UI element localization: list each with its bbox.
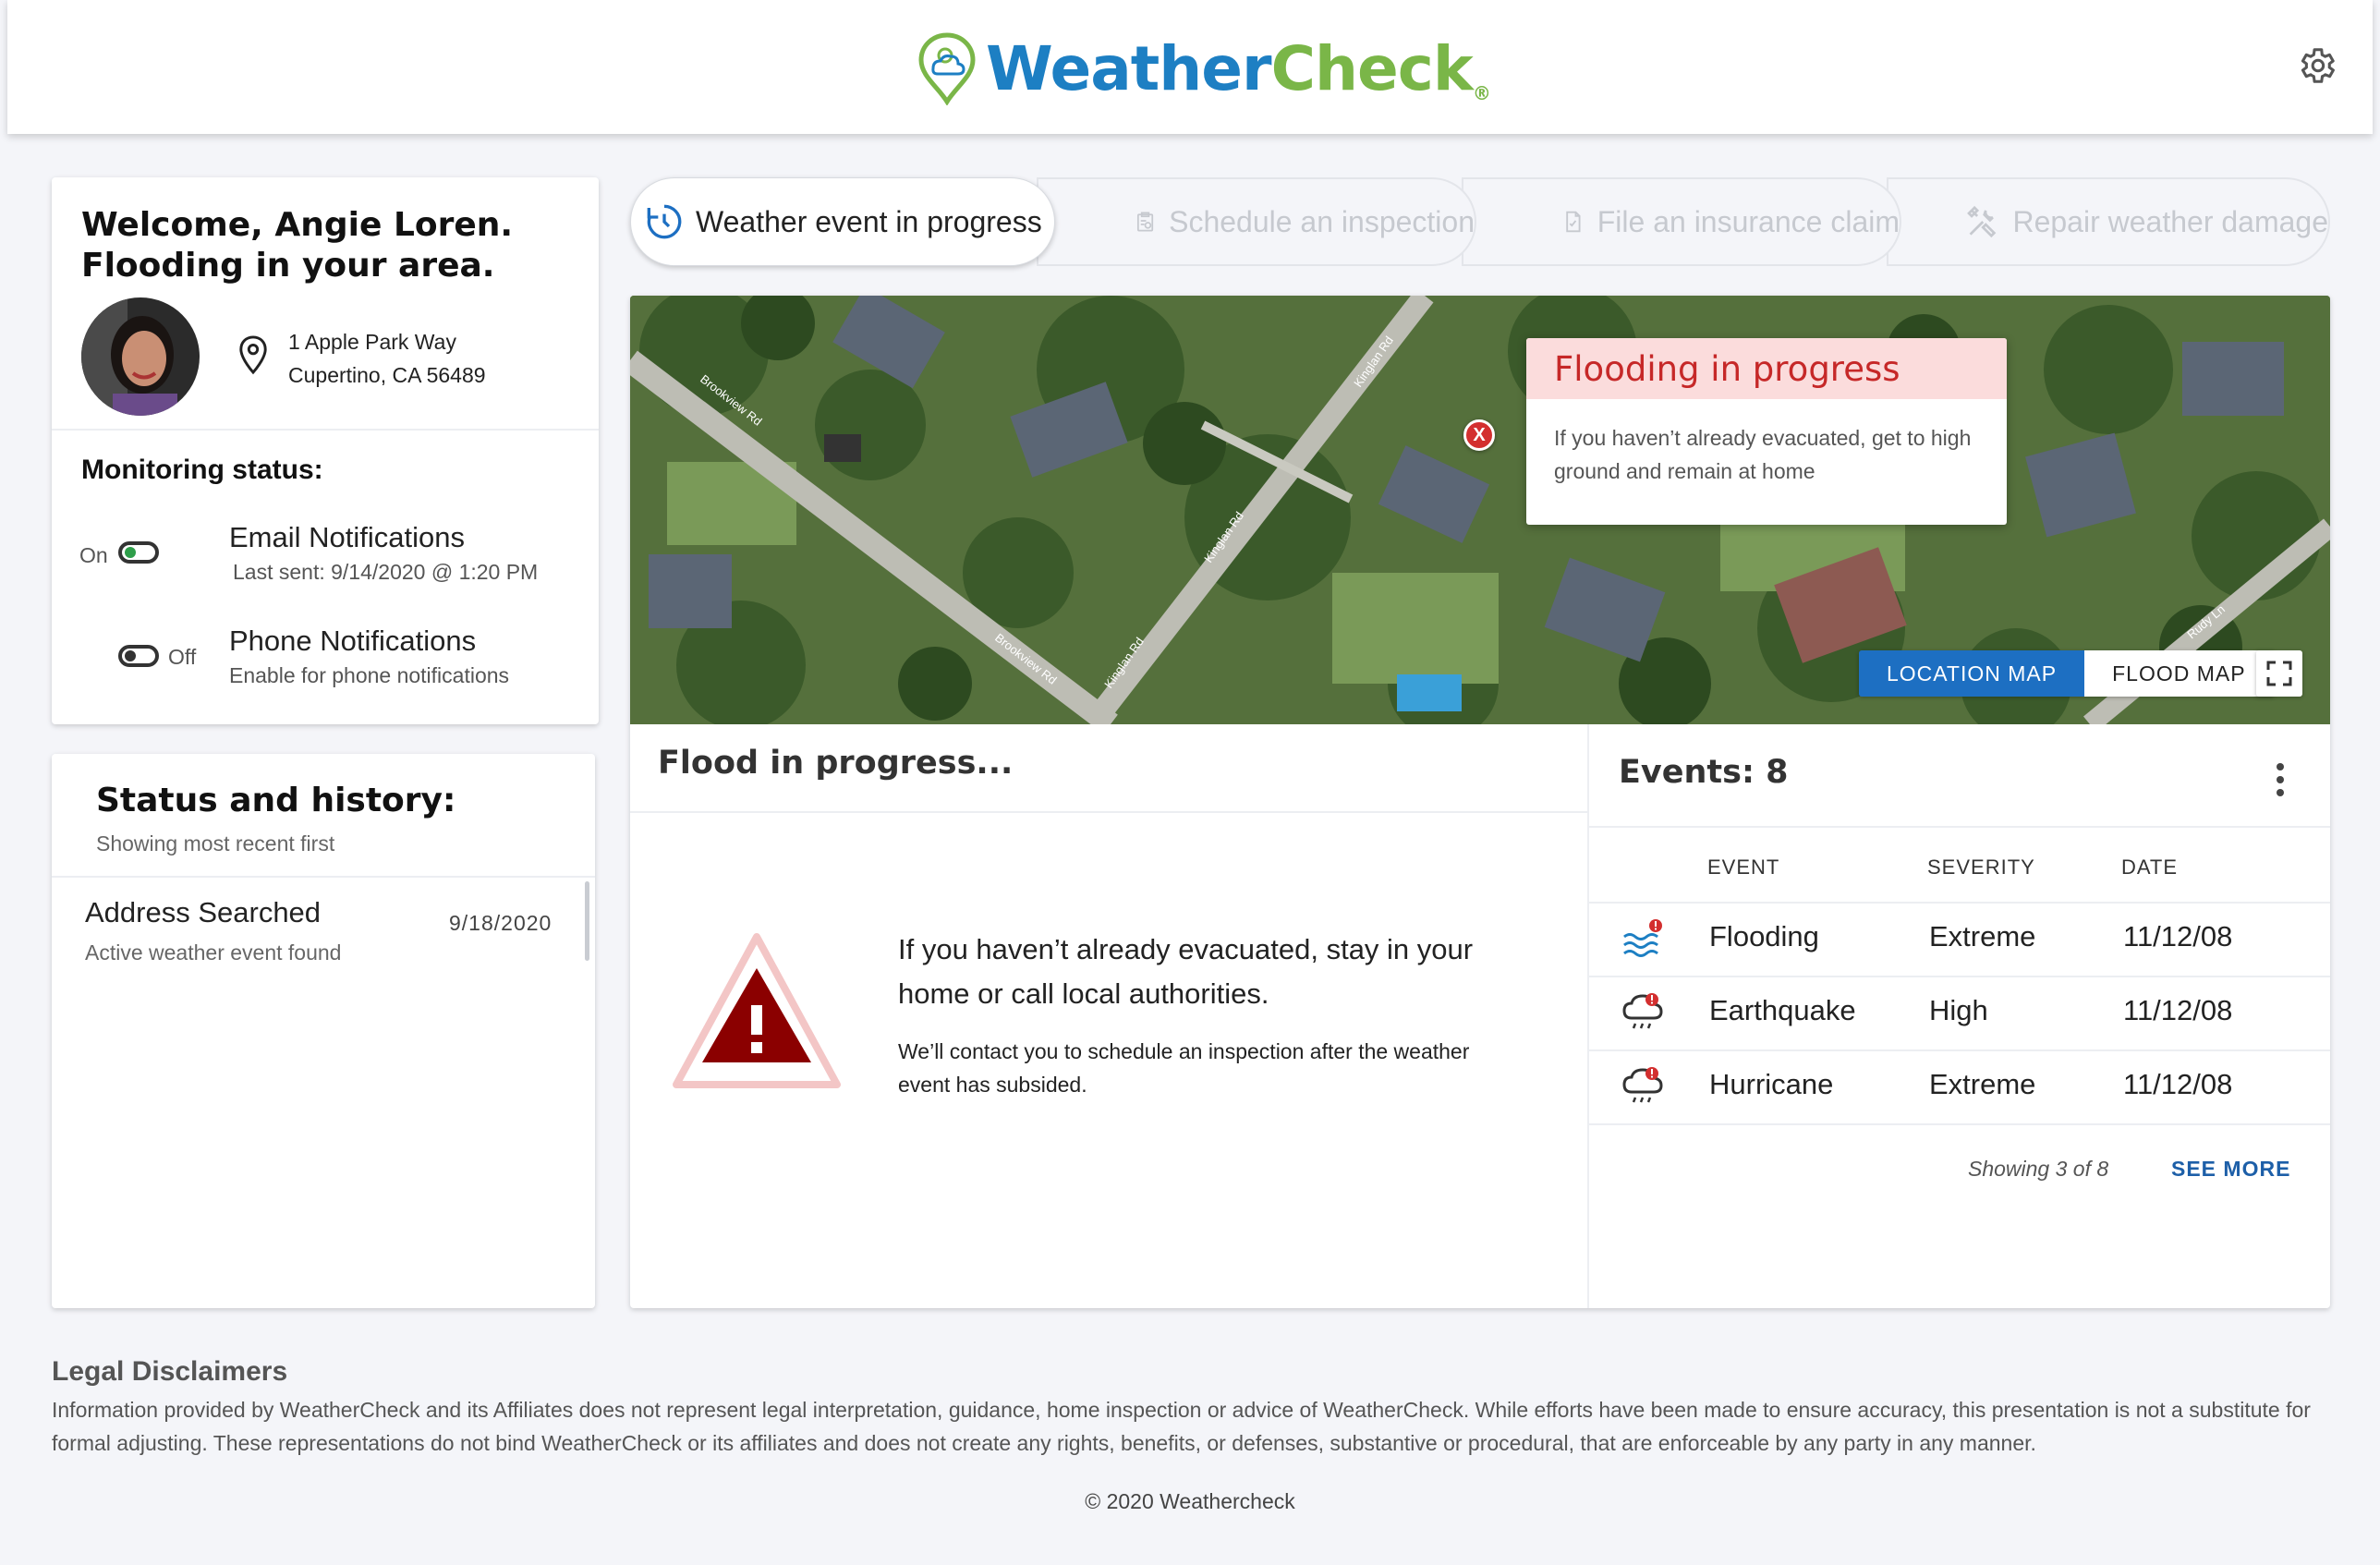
column-header-event[interactable]: EVENT xyxy=(1707,855,1779,880)
legal-text: Information provided by WeatherCheck and… xyxy=(52,1398,2311,1455)
event-name: Hurricane xyxy=(1709,1068,1834,1100)
event-date: 11/12/08 xyxy=(2123,920,2233,952)
history-item-subtitle: Active weather event found xyxy=(85,940,342,964)
history-item-date: 9/18/2020 xyxy=(449,911,552,935)
map-type-toggle: LOCATION MAP FLOOD MAP xyxy=(1859,650,2274,697)
phone-toggle-state: Off xyxy=(168,645,197,669)
status-history-card: Status and history: Showing most recent … xyxy=(52,754,595,1308)
toggle-knob xyxy=(125,547,136,558)
location-pin-icon xyxy=(239,335,267,375)
divider xyxy=(630,811,1587,813)
divider xyxy=(1587,724,1589,1308)
legal-title: Legal Disclaimers xyxy=(52,1356,288,1387)
gear-icon[interactable] xyxy=(2295,44,2338,87)
address-line-2: Cupertino, CA 56489 xyxy=(288,363,486,387)
flood-map-button[interactable]: FLOOD MAP xyxy=(2084,650,2274,697)
tab-schedule-inspection[interactable]: Schedule an inspection xyxy=(1037,177,1476,266)
warning-icon xyxy=(673,933,841,1088)
phone-notifications-toggle[interactable] xyxy=(118,645,159,667)
fullscreen-button[interactable] xyxy=(2256,650,2302,697)
storm-alert-icon xyxy=(1622,1067,1663,1103)
tab-label: Repair weather damage xyxy=(2012,204,2328,238)
divider xyxy=(1589,1123,2330,1125)
tab-label: Weather event in progress xyxy=(696,204,1042,238)
avatar xyxy=(81,297,200,416)
divider xyxy=(1589,826,2330,828)
event-location-marker[interactable]: X xyxy=(1463,419,1495,451)
flood-submessage: We’ll contact you to schedule an inspect… xyxy=(898,1039,1470,1097)
flood-alert-icon xyxy=(1623,919,1662,957)
flood-message: If you haven’t already evacuated, stay i… xyxy=(898,933,1474,1010)
flood-popup: Flooding in progress If you haven’t alre… xyxy=(1526,338,2007,525)
status-title: Status and history: xyxy=(96,782,456,819)
storm-alert-icon xyxy=(1622,993,1663,1029)
history-item-title: Address Searched xyxy=(85,896,322,928)
flood-section-title: Flood in progress... xyxy=(658,745,1014,782)
email-notifications-subtitle: Last sent: 9/14/2020 @ 1:20 PM xyxy=(233,560,539,584)
divider xyxy=(1589,976,2330,977)
popup-title: Flooding in progress xyxy=(1554,348,1900,389)
tools-icon xyxy=(1967,205,1997,238)
tab-file-insurance-claim[interactable]: File an insurance claim xyxy=(1462,177,1901,266)
divider xyxy=(1589,1049,2330,1051)
address-line-1: 1 Apple Park Way xyxy=(288,330,456,354)
logo-wordmark: WeatherCheck® xyxy=(986,32,1491,104)
copyright: © 2020 Weathercheck xyxy=(1085,1489,1295,1513)
event-date: 11/12/08 xyxy=(2123,1068,2233,1100)
tab-weather-event-in-progress[interactable]: Weather event in progress xyxy=(630,177,1055,266)
events-title: Events: 8 xyxy=(1619,754,1789,791)
divider xyxy=(52,876,595,878)
clipboard-icon xyxy=(1136,212,1154,232)
column-header-severity[interactable]: SEVERITY xyxy=(1927,855,2035,880)
popup-header: Flooding in progress xyxy=(1526,338,2007,399)
email-notifications-title: Email Notifications xyxy=(229,521,465,553)
clock-icon xyxy=(647,204,682,239)
event-severity: Extreme xyxy=(1929,920,2036,952)
more-options-icon[interactable] xyxy=(2275,761,2286,798)
event-date: 11/12/08 xyxy=(2123,994,2233,1026)
satellite-map[interactable]: Brookview Rd Kinglan Rd Kinglan Rd Brook… xyxy=(630,296,2330,724)
event-name: Flooding xyxy=(1709,920,1819,952)
popup-body: If you haven’t already evacuated, get to… xyxy=(1554,426,1972,483)
main-panel: Brookview Rd Kinglan Rd Kinglan Rd Brook… xyxy=(630,296,2330,1308)
welcome-card: Welcome, Angie Loren. Flooding in your a… xyxy=(52,177,599,724)
alert-line: Flooding in your area. xyxy=(81,247,495,285)
email-toggle-state: On xyxy=(79,543,108,567)
phone-notifications-title: Phone Notifications xyxy=(229,625,477,657)
divider xyxy=(52,429,599,431)
weather-pin-icon xyxy=(918,32,976,105)
event-name: Earthquake xyxy=(1709,994,1856,1026)
email-notifications-toggle[interactable] xyxy=(118,541,159,564)
address: 1 Apple Park Way Cupertino, CA 56489 xyxy=(288,325,486,392)
workflow-tabs: Repair weather damage File an insurance … xyxy=(630,177,2330,266)
welcome-line: Welcome, Angie Loren. xyxy=(81,206,514,244)
event-severity: Extreme xyxy=(1929,1068,2036,1100)
app-header: WeatherCheck® xyxy=(7,0,2373,134)
events-count: Showing 3 of 8 xyxy=(1968,1157,2109,1181)
event-severity: High xyxy=(1929,994,1988,1026)
tab-label: Schedule an inspection xyxy=(1169,204,1475,238)
phone-notifications-subtitle: Enable for phone notifications xyxy=(229,663,510,687)
tab-label: File an insurance claim xyxy=(1597,204,1900,238)
status-subtitle: Showing most recent first xyxy=(96,831,335,855)
document-check-icon xyxy=(1566,211,1581,233)
fullscreen-icon xyxy=(2266,661,2292,686)
welcome-title: Welcome, Angie Loren. Flooding in your a… xyxy=(81,205,513,286)
tab-repair-weather-damage[interactable]: Repair weather damage xyxy=(1887,177,2330,266)
location-map-button[interactable]: LOCATION MAP xyxy=(1859,650,2085,697)
see-more-link[interactable]: SEE MORE xyxy=(2171,1157,2290,1182)
monitoring-title: Monitoring status: xyxy=(81,455,323,485)
scrollbar[interactable] xyxy=(585,881,589,961)
divider xyxy=(1589,902,2330,904)
toggle-knob xyxy=(125,650,136,661)
column-header-date[interactable]: DATE xyxy=(2121,855,2178,880)
weathercheck-logo[interactable]: WeatherCheck® xyxy=(917,31,1491,105)
